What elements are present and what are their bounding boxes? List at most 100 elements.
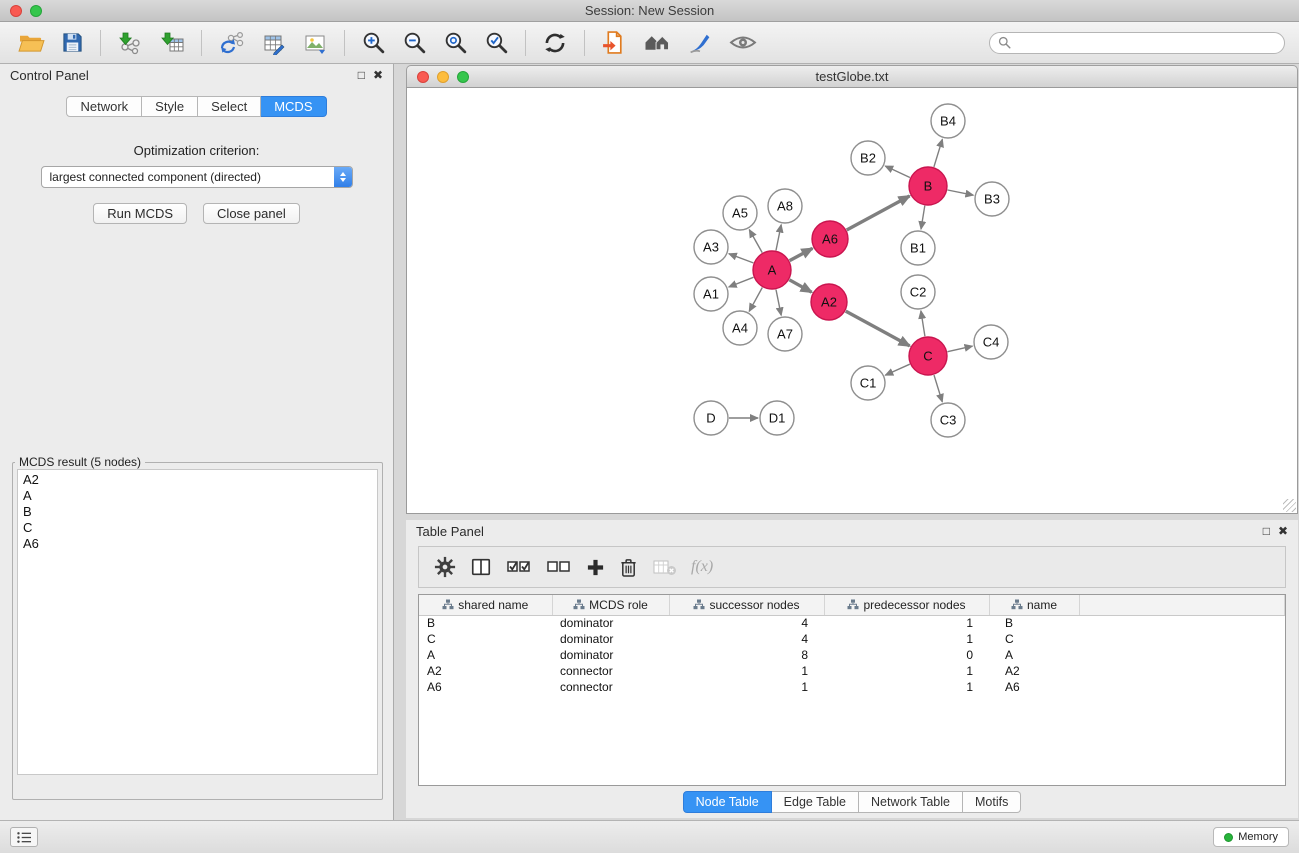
column-header[interactable]: name	[989, 595, 1079, 615]
tab-motifs[interactable]: Motifs	[963, 791, 1021, 813]
network-window-titlebar[interactable]: testGlobe.txt	[406, 65, 1298, 87]
edge-A-A2[interactable]	[789, 280, 811, 292]
search-input[interactable]	[1016, 36, 1276, 50]
edge-C-C4[interactable]	[948, 346, 973, 352]
node-B[interactable]: B	[909, 167, 947, 205]
table-cell[interactable]: 1	[824, 631, 989, 647]
tab-edge-table[interactable]: Edge Table	[772, 791, 859, 813]
table-cell[interactable]: A2	[419, 663, 552, 679]
node-A3[interactable]: A3	[694, 230, 728, 264]
node-A1[interactable]: A1	[694, 277, 728, 311]
edge-A-A5[interactable]	[749, 230, 762, 253]
resize-grip[interactable]	[1283, 499, 1296, 512]
node-A5[interactable]: A5	[723, 196, 757, 230]
add-column-button[interactable]	[586, 558, 605, 577]
edge-C-C2[interactable]	[921, 311, 925, 336]
node-A[interactable]: A	[753, 251, 791, 289]
table-panel-header[interactable]: Table Panel □ ✖	[406, 520, 1298, 542]
table-cell[interactable]: B	[419, 615, 552, 631]
edge-A-A3[interactable]	[729, 254, 754, 263]
select-all-button[interactable]	[506, 557, 532, 577]
titlebar[interactable]: Session: New Session	[0, 0, 1299, 22]
column-header[interactable]: shared name	[419, 595, 552, 615]
node-C[interactable]: C	[909, 337, 947, 375]
control-panel-header[interactable]: Control Panel □ ✖	[0, 64, 393, 86]
table-cell[interactable]: 0	[824, 647, 989, 663]
edge-B-B1[interactable]	[921, 206, 925, 230]
tab-network-table[interactable]: Network Table	[859, 791, 963, 813]
edge-B-B3[interactable]	[948, 190, 974, 195]
table-cell[interactable]: dominator	[552, 615, 669, 631]
tab-select[interactable]: Select	[198, 96, 261, 117]
table-settings-button[interactable]	[434, 556, 456, 578]
table-cell[interactable]: A6	[419, 679, 552, 695]
save-session-button[interactable]	[56, 29, 89, 56]
import-table-button[interactable]	[154, 29, 190, 57]
dropdown-stepper-icon[interactable]	[334, 166, 352, 188]
node-D[interactable]: D	[694, 401, 728, 435]
table-cell[interactable]: 1	[824, 615, 989, 631]
node-A4[interactable]: A4	[723, 311, 757, 345]
new-table-button[interactable]	[255, 29, 291, 57]
node-C2[interactable]: C2	[901, 275, 935, 309]
show-hide-button[interactable]	[724, 30, 762, 55]
node-C1[interactable]: C1	[851, 366, 885, 400]
table-cell[interactable]: 1	[824, 679, 989, 695]
result-item[interactable]: A6	[23, 536, 372, 552]
function-builder-button[interactable]: f(x)	[691, 558, 713, 576]
node-A2[interactable]: A2	[811, 284, 847, 320]
tab-mcds[interactable]: MCDS	[261, 96, 326, 117]
tab-network[interactable]: Network	[66, 96, 142, 117]
node-table[interactable]: shared nameMCDS rolesuccessor nodesprede…	[418, 594, 1286, 786]
result-item[interactable]: A	[23, 488, 372, 504]
import-network-button[interactable]	[112, 29, 148, 57]
home-neighbors-button[interactable]	[637, 29, 677, 56]
network-canvas[interactable]: B4B2BB3A5A8A6A3B1AC2A1A2A4A7C4CC1C3DD1	[406, 87, 1298, 514]
panel-list-button[interactable]	[10, 827, 38, 847]
node-B4[interactable]: B4	[931, 104, 965, 138]
close-panel-icon[interactable]: ✖	[373, 69, 383, 81]
zoom-in-button[interactable]	[356, 28, 391, 57]
table-row[interactable]: A2connector11A2	[419, 663, 1285, 679]
delete-column-button[interactable]	[619, 557, 638, 578]
table-cell[interactable]: dominator	[552, 631, 669, 647]
table-cell[interactable]: 8	[669, 647, 824, 663]
zoom-fit-button[interactable]	[438, 28, 473, 57]
zoom-out-button[interactable]	[397, 28, 432, 57]
open-session-button[interactable]	[13, 29, 50, 56]
table-cell[interactable]: A	[989, 647, 1079, 663]
deselect-all-button[interactable]	[546, 557, 572, 577]
table-row[interactable]: Cdominator41C	[419, 631, 1285, 647]
delete-table-button[interactable]	[652, 557, 678, 577]
table-row[interactable]: A6connector11A6	[419, 679, 1285, 695]
edge-B-B4[interactable]	[934, 139, 943, 167]
table-close-icon[interactable]: ✖	[1278, 525, 1288, 537]
table-cell[interactable]: 1	[824, 663, 989, 679]
node-A7[interactable]: A7	[768, 317, 802, 351]
style-brush-button[interactable]	[683, 28, 718, 57]
table-cell[interactable]: connector	[552, 679, 669, 695]
run-mcds-button[interactable]: Run MCDS	[93, 203, 187, 224]
edge-C-C3[interactable]	[934, 375, 942, 402]
zoom-selected-button[interactable]	[479, 28, 514, 57]
table-float-icon[interactable]: □	[1263, 525, 1270, 537]
table-cell[interactable]: connector	[552, 663, 669, 679]
column-header[interactable]: predecessor nodes	[824, 595, 989, 615]
node-C3[interactable]: C3	[931, 403, 965, 437]
import-file-button[interactable]	[596, 28, 631, 57]
apply-layout-button[interactable]	[537, 28, 573, 58]
node-A8[interactable]: A8	[768, 189, 802, 223]
table-cell[interactable]: A	[419, 647, 552, 663]
node-C4[interactable]: C4	[974, 325, 1008, 359]
edge-A-A4[interactable]	[749, 288, 762, 312]
result-item[interactable]: A2	[23, 472, 372, 488]
table-cell[interactable]: 1	[669, 663, 824, 679]
edge-A-A6[interactable]	[790, 248, 813, 260]
node-D1[interactable]: D1	[760, 401, 794, 435]
edge-A6-B[interactable]	[847, 196, 910, 230]
table-cell[interactable]: 4	[669, 631, 824, 647]
node-B1[interactable]: B1	[901, 231, 935, 265]
network-svg[interactable]: B4B2BB3A5A8A6A3B1AC2A1A2A4A7C4CC1C3DD1	[407, 88, 1297, 513]
table-cell[interactable]: 1	[669, 679, 824, 695]
criterion-dropdown[interactable]: largest connected component (directed)	[41, 166, 353, 188]
